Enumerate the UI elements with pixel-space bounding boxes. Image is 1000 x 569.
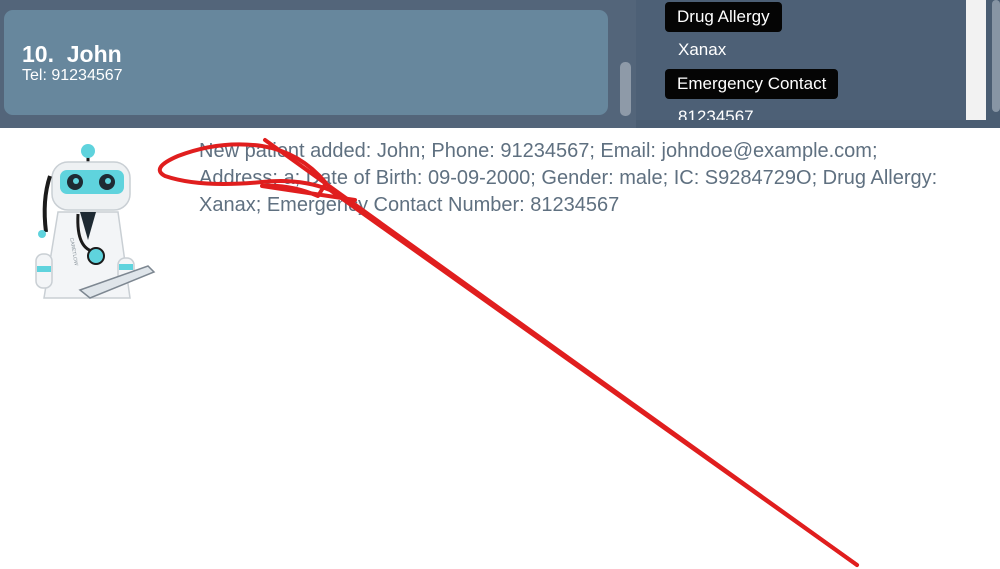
patient-phone: Tel: 91234567	[22, 67, 123, 84]
result-message: New patient added: John; Phone: 91234567…	[199, 140, 938, 216]
emergency-contact-value: 81234567	[678, 107, 754, 120]
robot-doctor-icon: CARETLOW	[35, 144, 156, 299]
detail-scrollbar-track	[966, 0, 986, 120]
window-scrollbar[interactable]	[992, 0, 1000, 112]
drug-allergy-value: Xanax	[678, 40, 727, 59]
patient-detail-panel: Drug Allergy Xanax Emergency Contact 812…	[636, 0, 966, 120]
emergency-contact-tag: Emergency Contact	[665, 69, 839, 99]
patient-name: 10. John	[22, 41, 122, 67]
drug-allergy-tag: Drug Allergy	[665, 2, 782, 32]
patient-card[interactable]: 10. John Tel: 91234567	[4, 10, 608, 115]
patient-list-panel: 10. John Tel: 91234567	[0, 0, 636, 128]
patient-list-scrollbar[interactable]	[620, 62, 631, 116]
